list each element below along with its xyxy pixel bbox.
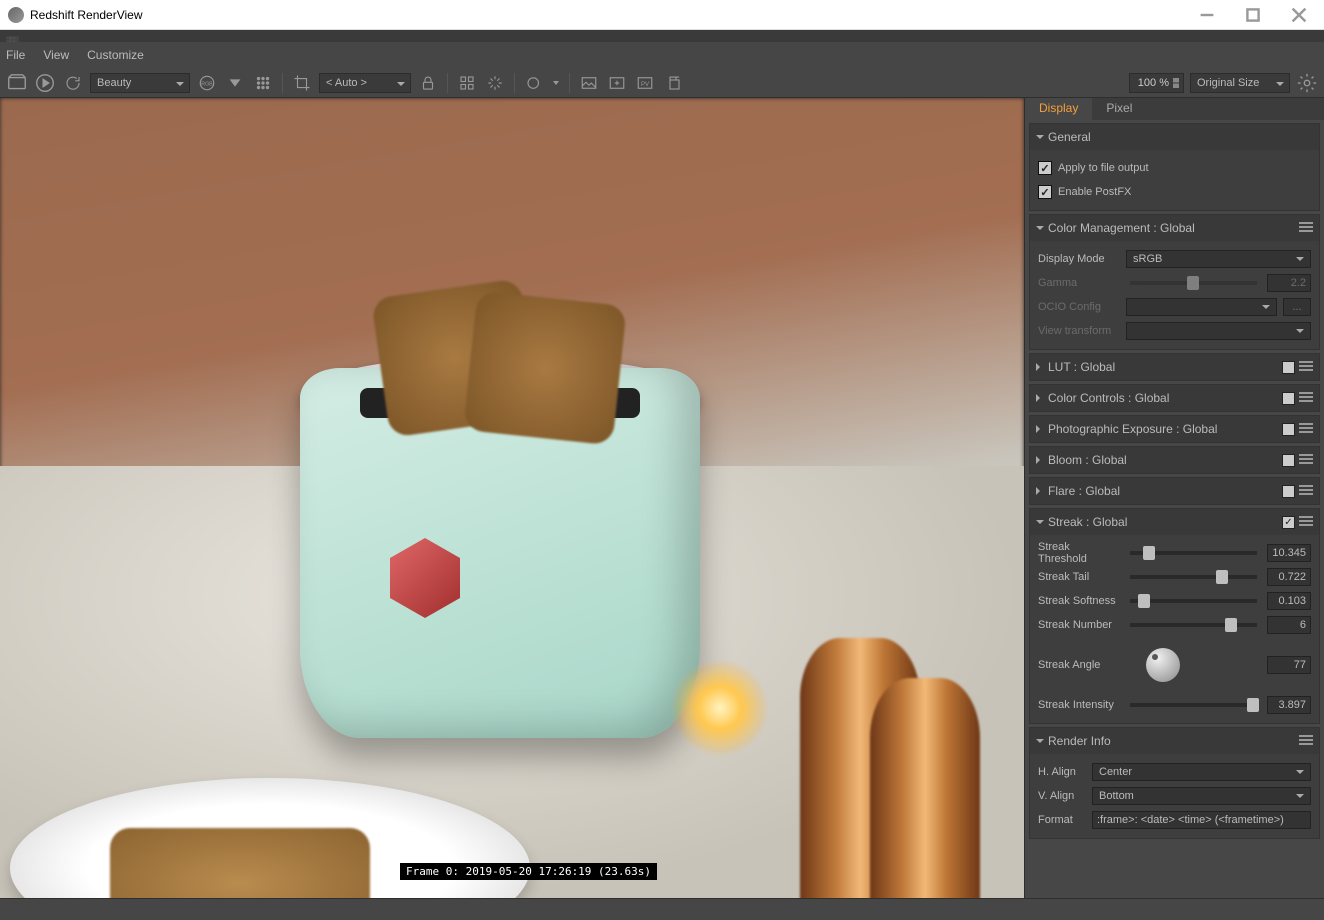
- channel-dropdown-icon[interactable]: [224, 72, 246, 94]
- tab-pixel[interactable]: Pixel: [1092, 98, 1146, 120]
- section-photo-exposure-header[interactable]: Photographic Exposure : Global: [1030, 416, 1319, 442]
- bloom-enable-checkbox[interactable]: [1282, 454, 1295, 467]
- section-general-header[interactable]: General: [1030, 124, 1319, 150]
- settings-gear-icon[interactable]: [1296, 72, 1318, 94]
- streak-number-value[interactable]: 6: [1267, 616, 1311, 634]
- section-streak-header[interactable]: Streak : Global✓: [1030, 509, 1319, 535]
- gamma-value: 2.2: [1267, 274, 1311, 292]
- svg-text:PV: PV: [641, 82, 649, 88]
- streak-softness-value[interactable]: 0.103: [1267, 592, 1311, 610]
- shape-dropdown-icon[interactable]: [523, 72, 545, 94]
- play-button[interactable]: [34, 72, 56, 94]
- render-viewport[interactable]: Frame 0: 2019-05-20 17:26:19 (23.63s): [0, 98, 1024, 898]
- picture-icon[interactable]: [578, 72, 600, 94]
- hamburger-icon[interactable]: [1299, 423, 1313, 435]
- copy-icon[interactable]: [662, 72, 684, 94]
- section-color-management-header[interactable]: Color Management : Global: [1030, 215, 1319, 241]
- streak-tail-slider[interactable]: [1130, 575, 1257, 579]
- crop-icon[interactable]: [291, 72, 313, 94]
- valign-select[interactable]: Bottom: [1092, 787, 1311, 805]
- apply-file-output-label: Apply to file output: [1058, 162, 1149, 174]
- apply-file-output-checkbox[interactable]: ✓: [1038, 161, 1052, 175]
- hamburger-icon[interactable]: [1299, 361, 1313, 373]
- menu-file[interactable]: File: [6, 48, 25, 62]
- toolbar: Beauty RGB < Auto > PV 100 % Original Si…: [0, 68, 1324, 98]
- menu-customize[interactable]: Customize: [87, 48, 144, 62]
- section-streak: Streak : Global✓ Streak Threshold10.345 …: [1029, 508, 1320, 724]
- size-dropdown[interactable]: Original Size: [1190, 73, 1290, 93]
- refresh-button[interactable]: [62, 72, 84, 94]
- denoise-icon[interactable]: [484, 72, 506, 94]
- hamburger-icon[interactable]: [1299, 222, 1313, 234]
- window-maximize-button[interactable]: [1230, 0, 1276, 30]
- render-button[interactable]: [6, 72, 28, 94]
- streak-softness-slider[interactable]: [1130, 599, 1257, 603]
- side-panel: Display Pixel General ✓ Apply to file out…: [1024, 98, 1324, 898]
- add-snapshot-icon[interactable]: [606, 72, 628, 94]
- hamburger-icon[interactable]: [1299, 516, 1313, 528]
- section-flare-header[interactable]: Flare : Global: [1030, 478, 1319, 504]
- streak-intensity-slider[interactable]: [1130, 703, 1257, 707]
- section-general: General ✓ Apply to file output ✓ Enable Po…: [1029, 123, 1320, 211]
- streak-threshold-slider[interactable]: [1130, 551, 1257, 555]
- flare-enable-checkbox[interactable]: [1282, 485, 1295, 498]
- app-icon: [8, 7, 24, 23]
- streak-enable-checkbox[interactable]: ✓: [1282, 516, 1295, 529]
- dock-grip[interactable]: ▒▒▒: [0, 30, 1324, 42]
- section-lut-header[interactable]: LUT : Global: [1030, 354, 1319, 380]
- renderpass-dropdown[interactable]: Beauty: [90, 73, 190, 93]
- hamburger-icon[interactable]: [1299, 392, 1313, 404]
- lock-icon[interactable]: [417, 72, 439, 94]
- colorctrl-enable-checkbox[interactable]: [1282, 392, 1295, 405]
- streak-tail-value[interactable]: 0.722: [1267, 568, 1311, 586]
- hamburger-icon[interactable]: [1299, 735, 1313, 747]
- section-color-controls-header[interactable]: Color Controls : Global: [1030, 385, 1319, 411]
- hamburger-icon[interactable]: [1299, 485, 1313, 497]
- enable-postfx-checkbox[interactable]: ✓: [1038, 185, 1052, 199]
- window-close-button[interactable]: [1276, 0, 1322, 30]
- streak-angle-value[interactable]: 77: [1267, 656, 1311, 674]
- format-input[interactable]: :frame>: <date> <time> (<frametime>): [1092, 811, 1311, 829]
- streak-intensity-value[interactable]: 3.897: [1267, 696, 1311, 714]
- halign-select[interactable]: Center: [1092, 763, 1311, 781]
- ocio-browse-button: ...: [1283, 298, 1311, 316]
- streak-threshold-value[interactable]: 10.345: [1267, 544, 1311, 562]
- lut-enable-checkbox[interactable]: [1282, 361, 1295, 374]
- shape-arrow-icon[interactable]: [551, 72, 561, 94]
- streak-angle-dial[interactable]: [1146, 648, 1180, 682]
- grid-icon[interactable]: [252, 72, 274, 94]
- rgb-toggle[interactable]: RGB: [196, 72, 218, 94]
- photoexp-enable-checkbox[interactable]: [1282, 423, 1295, 436]
- menubar: File View Customize: [0, 42, 1324, 68]
- bucket-grid-icon[interactable]: [456, 72, 478, 94]
- frame-info-overlay: Frame 0: 2019-05-20 17:26:19 (23.63s): [400, 863, 657, 880]
- view-transform-select: [1126, 322, 1311, 340]
- svg-text:RGB: RGB: [201, 81, 213, 87]
- window-titlebar: Redshift RenderView: [0, 0, 1324, 30]
- section-color-management: Color Management : Global Display ModesR…: [1029, 214, 1320, 350]
- hamburger-icon[interactable]: [1299, 454, 1313, 466]
- gamma-slider: [1130, 281, 1257, 285]
- menu-view[interactable]: View: [43, 48, 69, 62]
- section-render-info: Render Info H. AlignCenter V. AlignBotto…: [1029, 727, 1320, 839]
- enable-postfx-label: Enable PostFX: [1058, 186, 1131, 198]
- ocio-config-field: [1126, 298, 1277, 316]
- zoom-field[interactable]: 100 %: [1129, 73, 1184, 93]
- display-mode-select[interactable]: sRGB: [1126, 250, 1311, 268]
- pv-icon[interactable]: PV: [634, 72, 656, 94]
- window-title: Redshift RenderView: [30, 8, 143, 22]
- tab-display[interactable]: Display: [1025, 98, 1092, 120]
- streak-number-slider[interactable]: [1130, 623, 1257, 627]
- window-minimize-button[interactable]: [1184, 0, 1230, 30]
- statusbar: [0, 898, 1324, 920]
- section-bloom-header[interactable]: Bloom : Global: [1030, 447, 1319, 473]
- autozoom-dropdown[interactable]: < Auto >: [319, 73, 411, 93]
- section-render-info-header[interactable]: Render Info: [1030, 728, 1319, 754]
